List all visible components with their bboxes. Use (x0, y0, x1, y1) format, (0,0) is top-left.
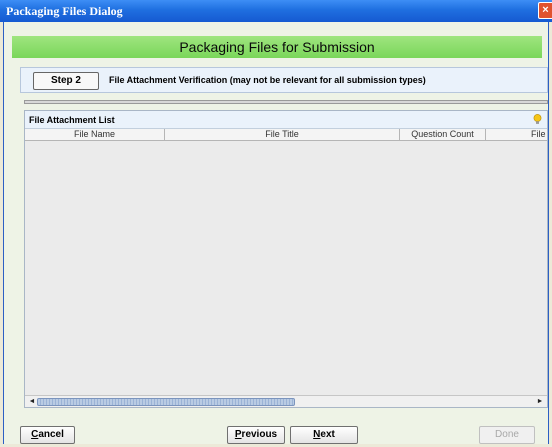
step-panel: Step 2 File Attachment Verification (may… (20, 67, 548, 93)
column-header-question-count[interactable]: Question Count (400, 129, 486, 140)
lightbulb-icon[interactable] (533, 114, 542, 125)
step-description: File Attachment Verification (may not be… (109, 75, 426, 85)
list-header: File Attachment List (25, 111, 547, 129)
column-header-file[interactable]: File (486, 129, 547, 140)
column-header-row: File Name File Title Question Count File (25, 129, 547, 141)
horizontal-scrollbar[interactable]: ◄ ► (25, 395, 547, 407)
scroll-right-icon[interactable]: ► (535, 397, 545, 407)
scrollbar-thumb[interactable] (37, 398, 295, 406)
page-title: Packaging Files for Submission (12, 36, 542, 58)
list-body[interactable] (25, 141, 547, 395)
cancel-button[interactable]: Cancel (20, 426, 75, 444)
next-button[interactable]: Next (290, 426, 358, 444)
step-button[interactable]: Step 2 (33, 72, 99, 90)
window-title: Packaging Files Dialog (6, 4, 123, 18)
done-button[interactable]: Done (479, 426, 535, 444)
scroll-left-icon[interactable]: ◄ (27, 397, 37, 407)
column-header-file-title[interactable]: File Title (165, 129, 400, 140)
list-title: File Attachment List (29, 115, 115, 125)
previous-button[interactable]: Previous (227, 426, 285, 444)
divider (24, 100, 548, 104)
file-attachment-list: File Attachment List File Name File Titl… (24, 110, 548, 408)
window-titlebar: Packaging Files Dialog × (0, 0, 552, 22)
close-icon[interactable]: × (538, 2, 552, 19)
column-header-file-name[interactable]: File Name (25, 129, 165, 140)
